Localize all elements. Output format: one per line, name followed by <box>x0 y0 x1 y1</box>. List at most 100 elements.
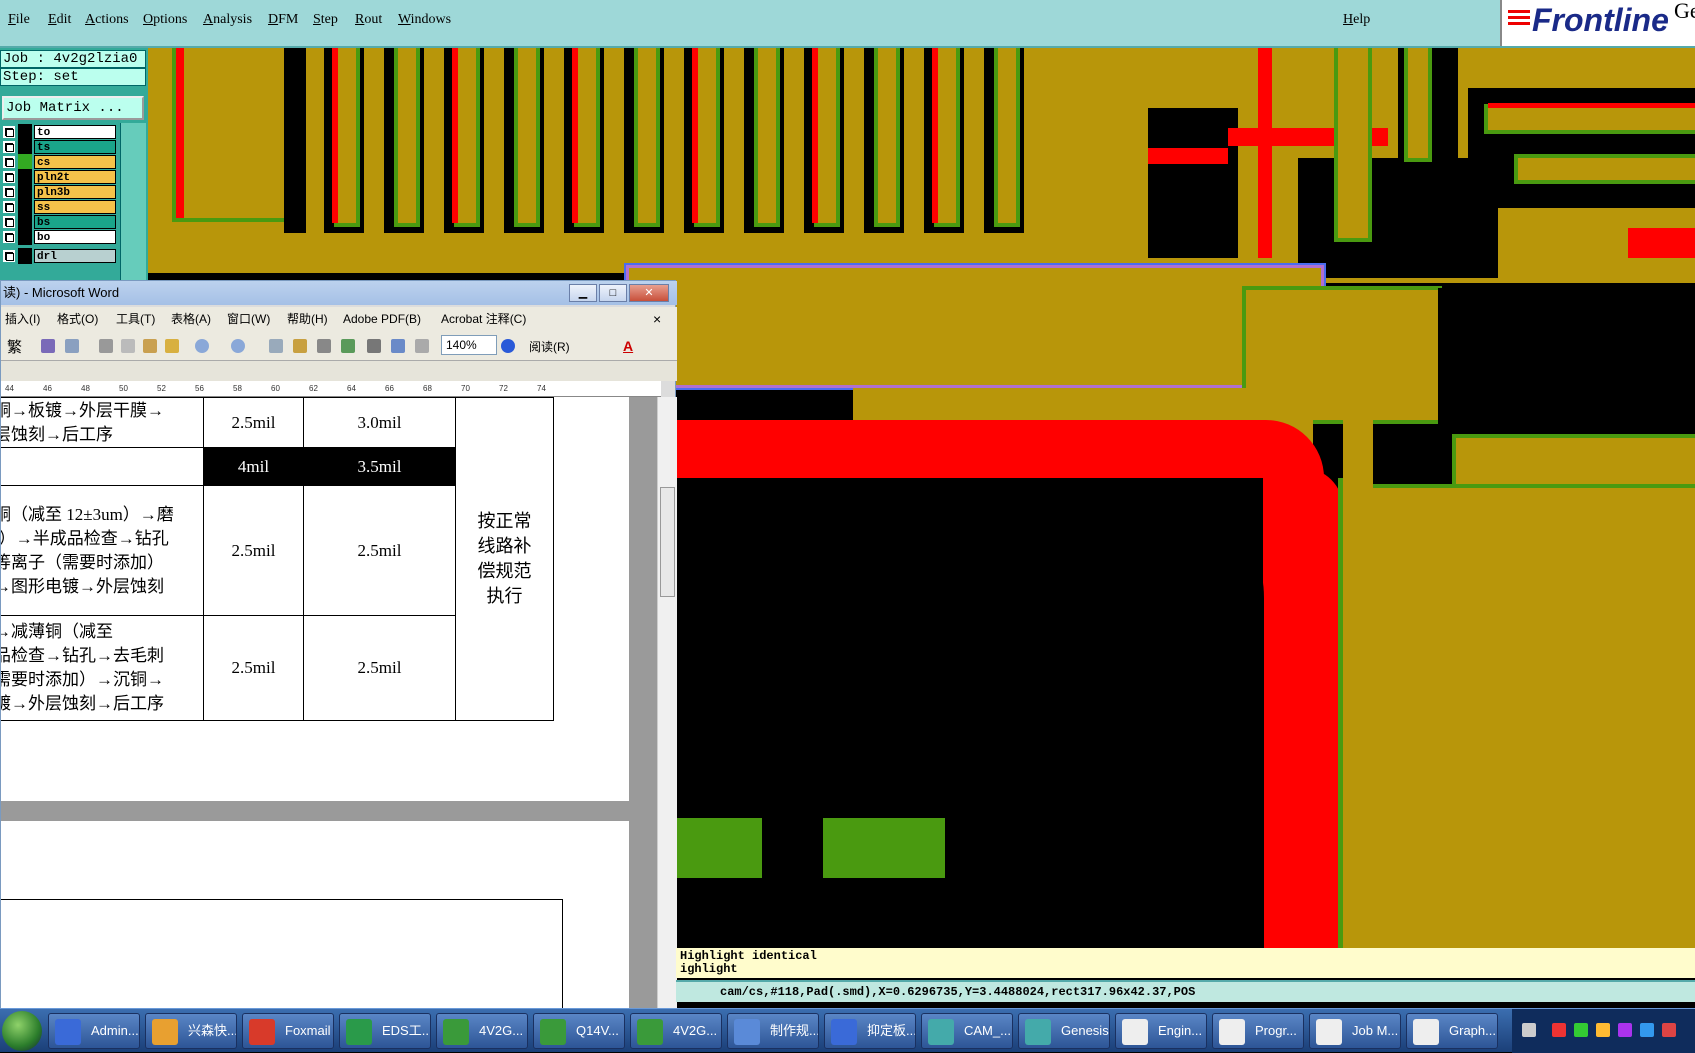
horizontal-ruler[interactable]: 44 46 48 50 52 56 58 60 62 64 66 68 70 72 74 <box>1 381 661 397</box>
menu-windows[interactable]: Windows <box>398 12 451 28</box>
tray-antivirus-icon[interactable] <box>1662 1023 1676 1037</box>
layer-row[interactable]: drl <box>0 248 118 264</box>
layer-name[interactable]: pln2t <box>34 170 116 184</box>
layer-row[interactable]: ss <box>0 199 118 215</box>
read-mode-button[interactable]: 阅读(R) <box>529 338 570 355</box>
taskbar-item[interactable]: Graph... <box>1406 1013 1498 1049</box>
menu-edit[interactable]: Edit <box>48 12 71 28</box>
taskbar-item[interactable]: Q14V... <box>533 1013 625 1049</box>
spell-check-icon[interactable] <box>41 339 55 353</box>
taskbar-item[interactable]: CAM_... <box>921 1013 1013 1049</box>
paste-icon[interactable] <box>143 339 157 353</box>
menu-options[interactable]: Options <box>143 12 187 28</box>
layer-checkbox[interactable] <box>3 216 15 228</box>
layer-row[interactable]: bo <box>0 229 118 245</box>
menu-step[interactable]: Step <box>313 12 338 28</box>
layer-name[interactable]: pln3b <box>34 185 116 199</box>
layer-row[interactable]: cs <box>0 154 118 170</box>
layer-row[interactable]: pln2t <box>0 169 118 185</box>
taskbar-item[interactable]: 制作规... <box>727 1013 819 1049</box>
keyboard-icon[interactable] <box>1522 1023 1536 1037</box>
columns-icon[interactable] <box>367 339 381 353</box>
redo-icon[interactable] <box>231 339 245 353</box>
taskbar-item[interactable]: 4V2G... <box>436 1013 528 1049</box>
word-title-bar[interactable]: 读) - Microsoft Word ▁ □ ✕ <box>1 281 677 305</box>
tray-sync-icon[interactable] <box>1574 1023 1588 1037</box>
word-window[interactable]: 读) - Microsoft Word ▁ □ ✕ 插入(I) 格式(O) 工具… <box>0 280 677 1016</box>
taskbar-item[interactable]: Progr... <box>1212 1013 1304 1049</box>
word-doc-close-icon[interactable]: × <box>653 307 661 331</box>
layer-checkbox[interactable] <box>3 156 15 168</box>
layer-name[interactable]: to <box>34 125 116 139</box>
layer-checkbox[interactable] <box>3 201 15 213</box>
maximize-button[interactable]: □ <box>599 284 627 302</box>
help-icon[interactable] <box>501 339 515 353</box>
taskbar-item[interactable]: Foxmail <box>242 1013 334 1049</box>
layer-checkbox[interactable] <box>3 171 15 183</box>
word-menu-tools[interactable]: 工具(T) <box>116 307 155 331</box>
taskbar-item[interactable]: 抑定板... <box>824 1013 916 1049</box>
insert-excel-icon[interactable] <box>341 339 355 353</box>
layer-checkbox[interactable] <box>3 250 15 262</box>
menu-dfm[interactable]: DFM <box>268 12 298 28</box>
taskbar-item[interactable]: Genesis <box>1018 1013 1110 1049</box>
tray-network-icon[interactable] <box>1618 1023 1632 1037</box>
close-button[interactable]: ✕ <box>629 284 669 302</box>
menu-actions[interactable]: Actions <box>85 12 129 28</box>
document-vertical-scrollbar[interactable] <box>657 397 677 1016</box>
word-menu-acrobat[interactable]: Acrobat 注释(C) <box>441 307 526 331</box>
layer-row[interactable]: pln3b <box>0 184 118 200</box>
document-area[interactable]: 铜→板镀→外层干膜→ 层蚀刻→后工序 2.5mil 3.0mil 按正常 线路补 … <box>1 397 657 1016</box>
menu-analysis[interactable]: Analysis <box>203 12 252 28</box>
taskbar-item[interactable]: Engin... <box>1115 1013 1207 1049</box>
undo-icon[interactable] <box>195 339 209 353</box>
layer-name[interactable]: ss <box>34 200 116 214</box>
taskbar-item[interactable]: EDS工... <box>339 1013 431 1049</box>
tray-app-icon[interactable] <box>1552 1023 1566 1037</box>
tray-volume-icon[interactable] <box>1640 1023 1654 1037</box>
word-menu-adobe-pdf[interactable]: Adobe PDF(B) <box>343 307 421 331</box>
copy-icon[interactable] <box>121 339 135 353</box>
format-painter-icon[interactable] <box>165 339 179 353</box>
layer-checkbox[interactable] <box>3 126 15 138</box>
layer-list-scrollbar[interactable] <box>120 123 146 288</box>
menu-file[interactable]: File <box>8 12 30 28</box>
menu-rout[interactable]: Rout <box>355 12 382 28</box>
word-menu-help[interactable]: 帮助(H) <box>287 307 328 331</box>
job-matrix-button[interactable]: Job Matrix ... <box>2 96 144 120</box>
layer-name[interactable]: drl <box>34 249 116 263</box>
word-menu-format[interactable]: 格式(O) <box>57 307 98 331</box>
word-menu-window[interactable]: 窗口(W) <box>227 307 270 331</box>
traditional-chinese-button[interactable]: 繁 <box>7 336 22 357</box>
menu-help[interactable]: Help <box>1343 12 1370 28</box>
taskbar-item[interactable]: Admin... <box>48 1013 140 1049</box>
word-menu-insert[interactable]: 插入(I) <box>5 307 40 331</box>
taskbar-item[interactable]: 兴森快... <box>145 1013 237 1049</box>
font-color-icon[interactable]: A <box>623 338 633 354</box>
layer-name[interactable]: ts <box>34 140 116 154</box>
layer-name[interactable]: bs <box>34 215 116 229</box>
scroll-thumb[interactable] <box>660 487 675 597</box>
taskbar-item[interactable]: Job M... <box>1309 1013 1401 1049</box>
word-menu-table[interactable]: 表格(A) <box>171 307 211 331</box>
research-icon[interactable] <box>65 339 79 353</box>
layer-checkbox[interactable] <box>3 186 15 198</box>
layer-row[interactable]: to <box>0 124 118 140</box>
layer-row[interactable]: bs <box>0 214 118 230</box>
start-button[interactable] <box>2 1011 42 1051</box>
taskbar-item[interactable]: 4V2G... <box>630 1013 722 1049</box>
drawing-icon[interactable] <box>391 339 405 353</box>
layer-name[interactable]: bo <box>34 230 116 244</box>
insert-table-icon[interactable] <box>317 339 331 353</box>
tables-borders-icon[interactable] <box>293 339 307 353</box>
document-map-icon[interactable] <box>415 339 429 353</box>
minimize-button[interactable]: ▁ <box>569 284 597 302</box>
layer-name[interactable]: cs <box>34 155 116 169</box>
layer-checkbox[interactable] <box>3 141 15 153</box>
layer-checkbox[interactable] <box>3 231 15 243</box>
zoom-select[interactable]: 140% <box>441 335 497 355</box>
layer-row[interactable]: ts <box>0 139 118 155</box>
cut-icon[interactable] <box>99 339 113 353</box>
tray-shield-icon[interactable] <box>1596 1023 1610 1037</box>
hyperlink-icon[interactable] <box>269 339 283 353</box>
